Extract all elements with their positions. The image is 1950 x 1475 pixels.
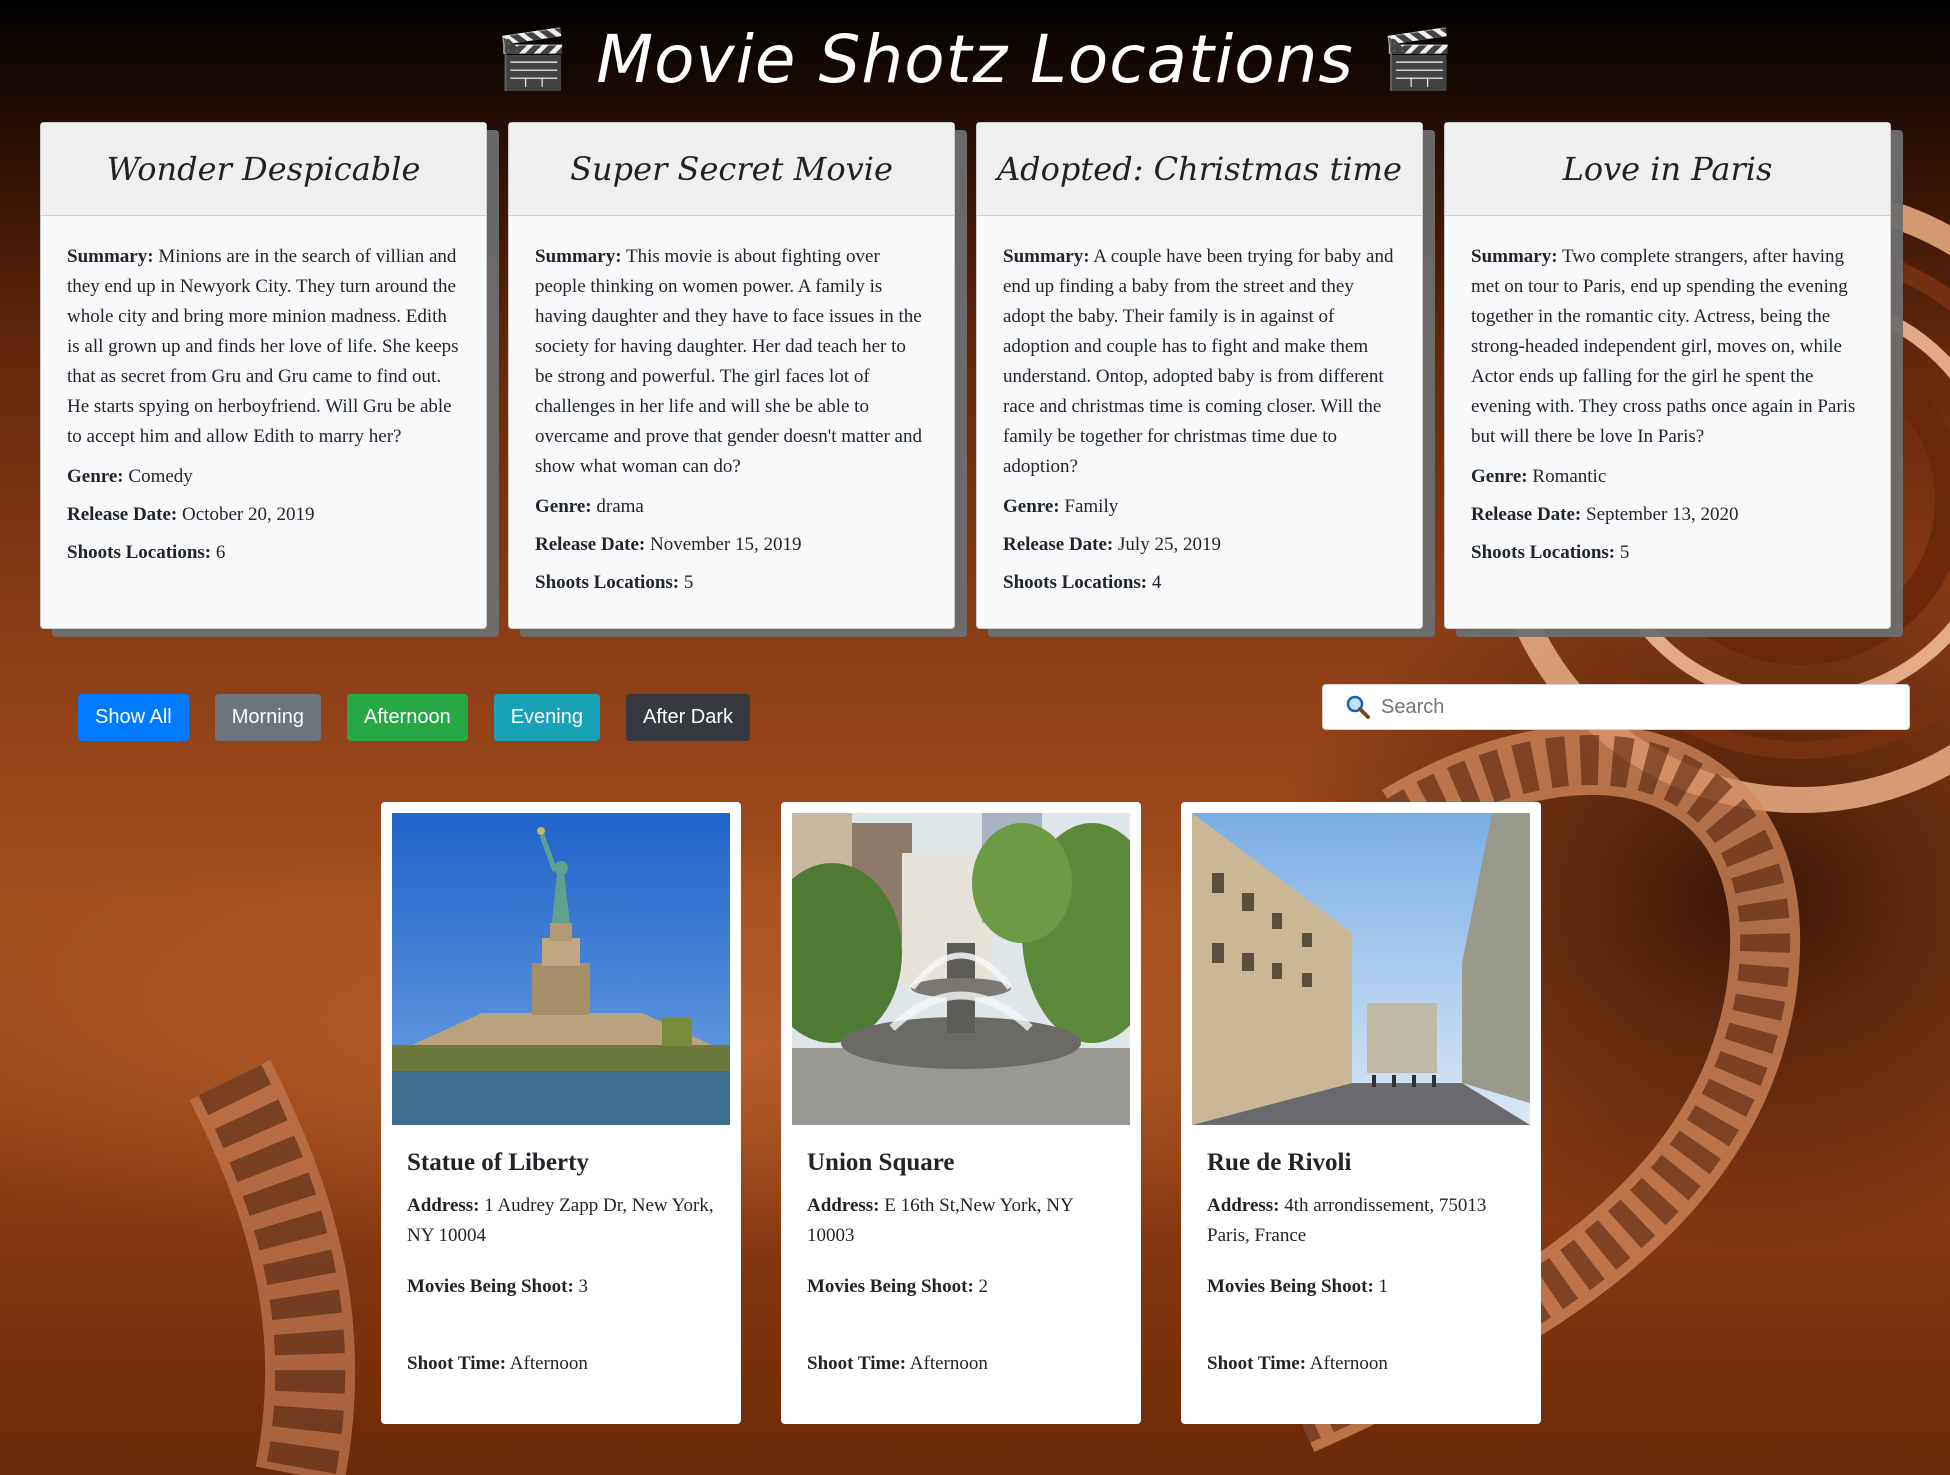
page-title: Movie Shotz Locations — [596, 20, 1354, 98]
after-dark-filter-button[interactable]: After Dark — [626, 694, 751, 741]
location-movie-count: Movies Being Shoot: 3 — [407, 1276, 589, 1297]
location-movie-count: Movies Being Shoot: 2 — [807, 1276, 989, 1297]
movie-title: Love in Paris — [1445, 123, 1890, 216]
clapperboard-icon: 🎬 — [495, 25, 569, 93]
location-address: Address: E 16th St,New York, NY 10003 — [807, 1195, 1074, 1246]
movie-summary: Summary: Minions are in the search of vi… — [67, 246, 459, 447]
location-shoot-time: Shoot Time: Afternoon — [407, 1353, 588, 1374]
location-shoot-time: Shoot Time: Afternoon — [807, 1353, 988, 1374]
movie-title: Adopted: Christmas time — [977, 123, 1422, 216]
movie-card: Super Secret Movie Summary: This movie i… — [508, 122, 955, 629]
movie-shoot-locations: Shoots Locations: 6 — [67, 542, 226, 563]
movie-summary: Summary: Two complete strangers, after h… — [1471, 246, 1856, 447]
morning-filter-button[interactable]: Morning — [214, 694, 321, 741]
movie-summary: Summary: A couple have been trying for b… — [1003, 246, 1394, 477]
search-bar — [1322, 684, 1910, 730]
movie-title: Wonder Despicable — [41, 123, 486, 216]
movie-card: Adopted: Christmas time Summary: A coupl… — [976, 122, 1423, 629]
movie-shoot-locations: Shoots Locations: 4 — [1003, 572, 1162, 593]
magnifying-glass-icon — [1345, 694, 1371, 720]
movie-title: Super Secret Movie — [509, 123, 954, 216]
location-card: Statue of Liberty Address: 1 Audrey Zapp… — [381, 802, 741, 1424]
location-shoot-time: Shoot Time: Afternoon — [1207, 1353, 1388, 1374]
movie-summary: Summary: This movie is about fighting ov… — [535, 246, 922, 477]
movie-cards-row: Wonder Despicable Summary: Minions are i… — [40, 122, 1910, 629]
location-cards-row: Statue of Liberty Address: 1 Audrey Zapp… — [381, 802, 1541, 1424]
page-header: 🎬 Movie Shotz Locations 🎬 — [0, 0, 1950, 118]
location-name: Union Square — [807, 1149, 955, 1176]
location-address: Address: 1 Audrey Zapp Dr, New York, NY … — [407, 1195, 714, 1246]
location-card: Union Square Address: E 16th St,New York… — [781, 802, 1141, 1424]
union-square-photo — [792, 813, 1130, 1125]
search-input[interactable] — [1379, 694, 1883, 720]
rue-de-rivoli-photo — [1192, 813, 1530, 1125]
movie-genre: Genre: Romantic — [1471, 466, 1607, 487]
location-name: Rue de Rivoli — [1207, 1149, 1352, 1176]
location-name: Statue of Liberty — [407, 1149, 589, 1176]
evening-filter-button[interactable]: Evening — [493, 694, 600, 741]
afternoon-filter-button[interactable]: Afternoon — [346, 694, 468, 741]
movie-shoot-locations: Shoots Locations: 5 — [535, 572, 694, 593]
movie-release-date: Release Date: November 15, 2019 — [535, 534, 802, 555]
show-all-button[interactable]: Show All — [78, 694, 189, 741]
movie-genre: Genre: drama — [535, 496, 644, 517]
shoot-time-filters: Show All Morning Afternoon Evening After… — [78, 694, 751, 741]
movie-card: Love in Paris Summary: Two complete stra… — [1444, 122, 1891, 629]
location-address: Address: 4th arrondissement, 75013 Paris… — [1207, 1195, 1487, 1246]
movie-genre: Genre: Comedy — [67, 466, 193, 487]
movie-release-date: Release Date: September 13, 2020 — [1471, 504, 1739, 525]
movie-release-date: Release Date: July 25, 2019 — [1003, 534, 1221, 555]
clapperboard-icon: 🎬 — [1381, 25, 1455, 93]
movie-card: Wonder Despicable Summary: Minions are i… — [40, 122, 487, 629]
movie-release-date: Release Date: October 20, 2019 — [67, 504, 315, 525]
location-card: Rue de Rivoli Address: 4th arrondissemen… — [1181, 802, 1541, 1424]
location-movie-count: Movies Being Shoot: 1 — [1207, 1276, 1389, 1297]
statue-of-liberty-photo — [392, 813, 730, 1125]
movie-genre: Genre: Family — [1003, 496, 1119, 517]
movie-shoot-locations: Shoots Locations: 5 — [1471, 542, 1630, 563]
